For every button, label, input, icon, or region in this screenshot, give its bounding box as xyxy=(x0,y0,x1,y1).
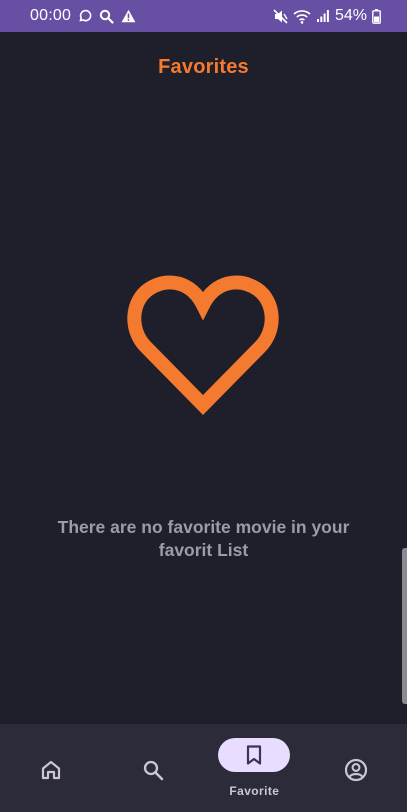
account-icon xyxy=(344,758,368,782)
page-title: Favorites xyxy=(158,56,249,78)
battery-icon xyxy=(372,8,381,24)
status-time: 00:00 xyxy=(30,7,72,24)
bottom-navigation-bar: Favorite xyxy=(0,724,407,812)
status-bar: 00:00 54% xyxy=(0,0,407,32)
home-icon xyxy=(39,758,63,782)
wifi-icon xyxy=(293,9,311,24)
empty-state-message: There are no favorite movie in your favo… xyxy=(57,517,350,560)
warning-icon xyxy=(121,9,136,23)
favorites-screen: 00:00 54% Favorites There are no favorit… xyxy=(0,0,407,812)
search-icon xyxy=(141,758,165,782)
battery-percentage: 54% xyxy=(334,7,367,24)
nav-item-search[interactable] xyxy=(102,724,204,812)
search-icon xyxy=(99,9,114,24)
heart-outline-icon xyxy=(127,275,279,415)
whatsapp-icon xyxy=(78,9,92,23)
nav-item-favorite[interactable]: Favorite xyxy=(204,724,306,812)
active-indicator-pill xyxy=(218,738,291,772)
scrollbar-thumb[interactable] xyxy=(402,548,407,704)
status-bar-left: 00:00 xyxy=(30,7,136,25)
mute-icon xyxy=(273,8,288,24)
nav-item-home[interactable] xyxy=(0,724,102,812)
nav-label-favorite: Favorite xyxy=(229,784,280,798)
status-bar-right: 54% xyxy=(273,7,381,25)
nav-item-account[interactable] xyxy=(305,724,407,812)
signal-icon xyxy=(316,9,330,23)
bookmark-icon xyxy=(245,745,263,765)
